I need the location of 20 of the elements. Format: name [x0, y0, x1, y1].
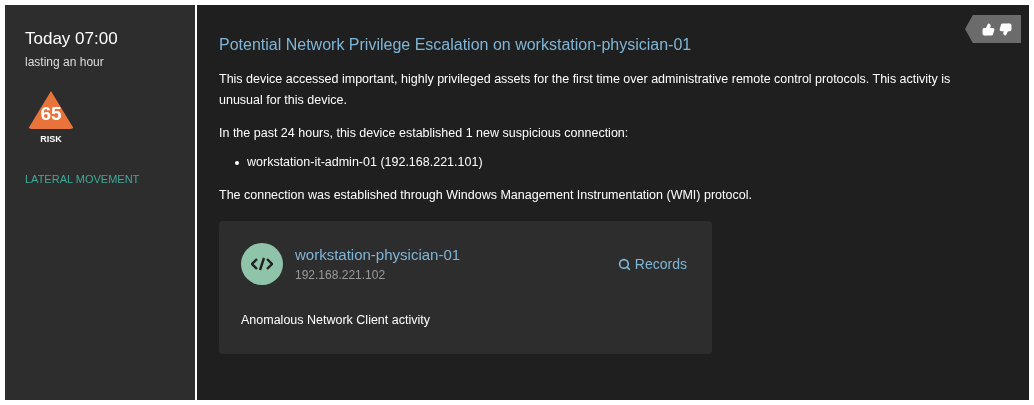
alert-description: In the past 24 hours, this device established 1 new suspicious connection:: [219, 125, 630, 142]
code-icon: [241, 243, 283, 285]
thumbs-up-icon: [982, 22, 995, 36]
connection-item: workstation-it-admin-01 (192.168.221.101): [247, 154, 483, 171]
bullet-icon: [235, 160, 239, 165]
alert-title[interactable]: Potential Network Privilege Escalation on workstation-physician-01: [219, 33, 989, 57]
alert-description: The connection was established through Windows Management Instrumentation (WMI) protocol.: [219, 187, 753, 204]
alert-description: This device accessed important, highly privileged assets for the first time over administrative remote control protocols. This activity is unusual for this device.: [219, 71, 952, 109]
risk-badge: 65: [28, 91, 74, 129]
alert-duration: lasting an hour: [25, 54, 105, 71]
alert-time: Today 07:00: [25, 29, 119, 49]
thumbs-down-icon: [999, 22, 1012, 36]
search-icon: [617, 257, 631, 271]
category-label: LATERAL MOVEMENT: [25, 171, 141, 187]
device-activity: Anomalous Network Client activity: [241, 312, 431, 329]
device-name[interactable]: workstation-physician-01: [295, 243, 461, 267]
risk-label: RISK: [40, 133, 62, 146]
feedback-button[interactable]: [965, 15, 1021, 43]
device-ip: 192.168.221.102: [295, 267, 387, 285]
records-link[interactable]: Records: [617, 253, 687, 275]
